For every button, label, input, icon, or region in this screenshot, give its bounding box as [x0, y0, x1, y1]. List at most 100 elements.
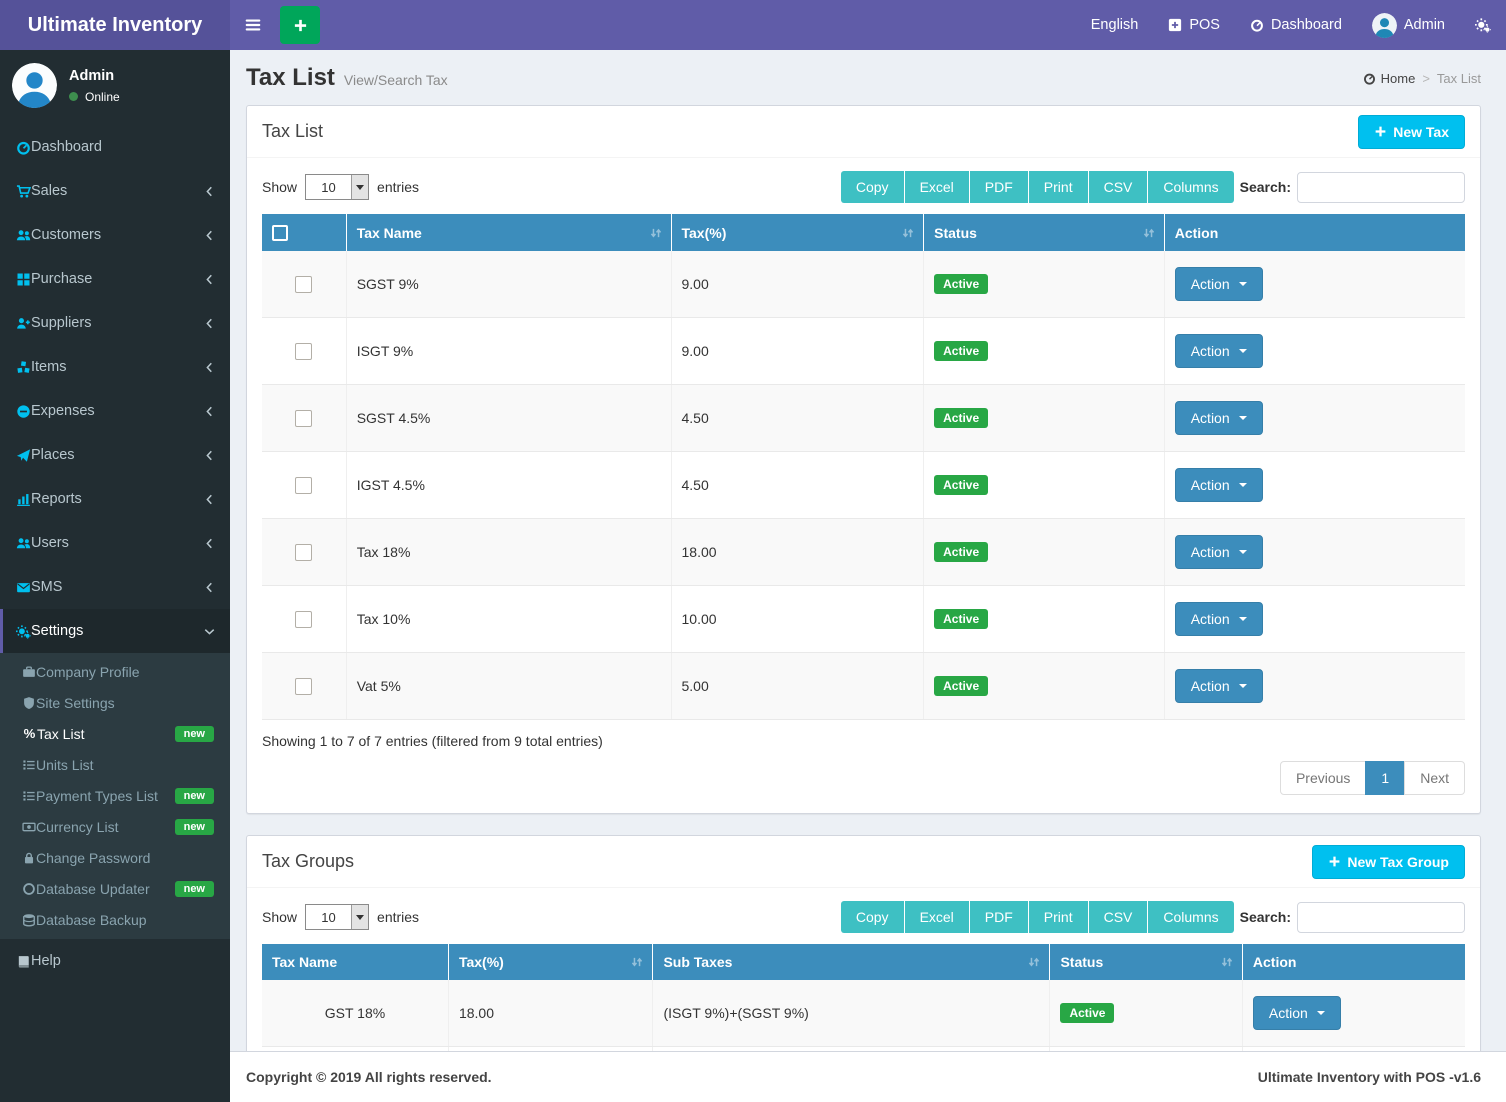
search-input[interactable] [1297, 902, 1465, 933]
pos-link[interactable]: POS [1153, 0, 1235, 50]
page-size-control: Show 10 entries [262, 174, 419, 200]
sidebar-item-label: Help [31, 953, 216, 969]
csv-button[interactable]: CSV [1088, 901, 1148, 933]
row-checkbox[interactable] [295, 544, 312, 561]
search-label: Search: [1240, 909, 1291, 925]
sidebar-item-reports[interactable]: Reports [0, 477, 230, 521]
sidebar-item-expenses[interactable]: Expenses [0, 389, 230, 433]
entries-label: entries [377, 909, 419, 925]
action-dropdown-button[interactable]: Action [1175, 401, 1263, 435]
print-button[interactable]: Print [1028, 171, 1088, 203]
quick-add-button[interactable] [280, 6, 320, 44]
action-dropdown-button[interactable]: Action [1175, 334, 1263, 368]
row-checkbox[interactable] [295, 276, 312, 293]
copy-button[interactable]: Copy [841, 171, 904, 203]
sidebar-subitem-currency-list[interactable]: Currency List new [0, 811, 230, 842]
print-button[interactable]: Print [1028, 901, 1088, 933]
next-page-button[interactable]: Next [1404, 761, 1465, 795]
sidebar-item-sms[interactable]: SMS [0, 565, 230, 609]
sidebar-subitem-database-updater[interactable]: Database Updater new [0, 873, 230, 904]
sidebar-toggle-button[interactable] [230, 0, 276, 50]
column-header-tax-name[interactable]: Tax Name [346, 214, 671, 251]
breadcrumb-home-link[interactable]: Home [1363, 71, 1416, 86]
columns-button[interactable]: Columns [1147, 901, 1233, 933]
row-checkbox[interactable] [295, 611, 312, 628]
search-input[interactable] [1297, 172, 1465, 203]
status-cell: Active [924, 385, 1165, 452]
user-menu[interactable]: Admin [1357, 0, 1460, 50]
sidebar-subitem-database-backup[interactable]: Database Backup [0, 904, 230, 935]
status-cell: Active [1050, 980, 1242, 1047]
sidebar-item-items[interactable]: Items [0, 345, 230, 389]
copy-button[interactable]: Copy [841, 901, 904, 933]
lock-icon [22, 851, 36, 865]
new-tax-button[interactable]: New Tax [1358, 115, 1465, 149]
columns-button[interactable]: Columns [1147, 171, 1233, 203]
sidebar-item-sales[interactable]: Sales [0, 169, 230, 213]
action-dropdown-button[interactable]: Action [1175, 267, 1263, 301]
page-number-button[interactable]: 1 [1365, 761, 1405, 795]
sidebar-subitem-units-list[interactable]: Units List [0, 749, 230, 780]
sidebar-subitem-company-profile[interactable]: Company Profile [0, 656, 230, 687]
list-icon [22, 789, 36, 803]
excel-button[interactable]: Excel [904, 171, 969, 203]
action-dropdown-button[interactable]: Action [1175, 535, 1263, 569]
column-header-status[interactable]: Status [1050, 944, 1242, 980]
row-checkbox[interactable] [295, 410, 312, 427]
action-label: Action [1191, 410, 1230, 426]
sidebar-item-help[interactable]: Help [0, 939, 230, 983]
user-name-label: Admin [1404, 17, 1445, 33]
excel-button[interactable]: Excel [904, 901, 969, 933]
sidebar-subitem-payment-types-list[interactable]: Payment Types List new [0, 780, 230, 811]
dashboard-label: Dashboard [1271, 17, 1342, 33]
dashboard-link[interactable]: Dashboard [1235, 0, 1357, 50]
row-checkbox[interactable] [295, 678, 312, 695]
brand-logo[interactable]: Ultimate Inventory [0, 0, 230, 50]
status-cell: Active [924, 653, 1165, 720]
settings-gear-menu[interactable] [1460, 0, 1506, 50]
sidebar-item-suppliers[interactable]: Suppliers [0, 301, 230, 345]
pdf-button[interactable]: PDF [969, 901, 1028, 933]
language-menu[interactable]: English [1076, 0, 1154, 50]
action-cell: Action [1164, 385, 1465, 452]
sidebar-user-status[interactable]: Online [69, 90, 120, 104]
new-tax-group-button[interactable]: New Tax Group [1312, 845, 1465, 879]
action-dropdown-button[interactable]: Action [1253, 996, 1341, 1030]
svg-text:%: % [24, 726, 36, 741]
page-size-select[interactable]: 10 [305, 174, 369, 200]
copyright-text: Copyright © 2019 All rights reserved. [246, 1069, 492, 1085]
sidebar-item-dashboard[interactable]: Dashboard [0, 125, 230, 169]
action-dropdown-button[interactable]: Action [1175, 602, 1263, 636]
action-dropdown-button[interactable]: Action [1175, 468, 1263, 502]
sidebar-subitem-site-settings[interactable]: Site Settings [0, 687, 230, 718]
sidebar-menu: Dashboard Sales Customers Purchase Suppl… [0, 125, 230, 983]
column-header-tax-percent[interactable]: Tax(%) [448, 944, 653, 980]
column-header-tax-name[interactable]: Tax Name [262, 944, 448, 980]
sidebar-user-panel: Admin Online [0, 50, 230, 121]
tax-percent-cell: 18.00 [448, 980, 653, 1047]
sidebar-subitem-tax-list[interactable]: % Tax List new [0, 718, 230, 749]
row-checkbox[interactable] [295, 343, 312, 360]
table-row: SGST 9% 9.00 Active Action [262, 251, 1465, 318]
sidebar-subitem-label: Payment Types List [36, 788, 158, 804]
csv-button[interactable]: CSV [1088, 171, 1148, 203]
select-all-checkbox[interactable] [272, 225, 288, 241]
sidebar-item-settings[interactable]: Settings [0, 609, 230, 653]
column-header-sub-taxes[interactable]: Sub Taxes [653, 944, 1050, 980]
sidebar-item-customers[interactable]: Customers [0, 213, 230, 257]
column-header-status[interactable]: Status [924, 214, 1165, 251]
previous-page-button[interactable]: Previous [1280, 761, 1366, 795]
page-size-select[interactable]: 10 [305, 904, 369, 930]
pdf-button[interactable]: PDF [969, 171, 1028, 203]
action-dropdown-button[interactable]: Action [1175, 669, 1263, 703]
sidebar-subitem-label: Units List [36, 757, 94, 773]
column-header-tax-percent[interactable]: Tax(%) [671, 214, 924, 251]
sidebar-subitem-change-password[interactable]: Change Password [0, 842, 230, 873]
row-checkbox[interactable] [295, 477, 312, 494]
sidebar-item-purchase[interactable]: Purchase [0, 257, 230, 301]
sidebar-item-places[interactable]: Places [0, 433, 230, 477]
sidebar-item-users[interactable]: Users [0, 521, 230, 565]
list-icon [22, 758, 36, 772]
table-row: Vat 5% 5.00 Active Action [262, 653, 1465, 720]
table-header-row: Tax Name Tax(%) Sub Taxes Status Action [262, 944, 1465, 980]
